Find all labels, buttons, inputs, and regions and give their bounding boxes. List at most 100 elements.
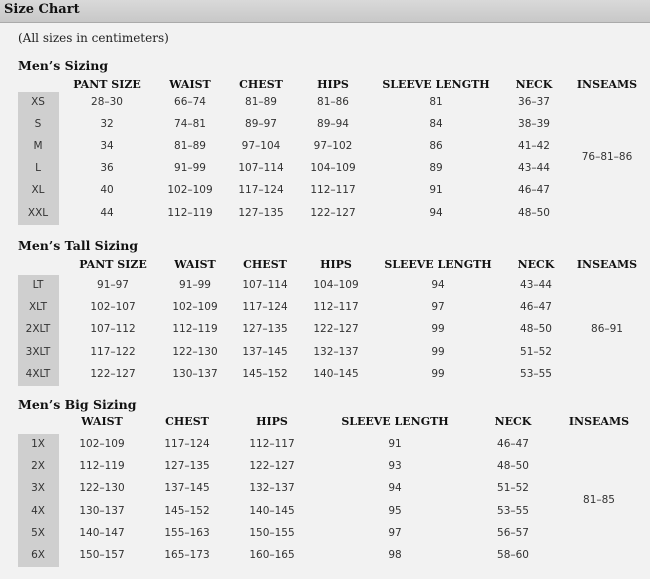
- table-cell: 91–97: [97, 279, 129, 291]
- size-label: S: [34, 118, 42, 131]
- inseam-value: 86–91: [591, 323, 623, 336]
- size-label: 4X: [31, 504, 45, 517]
- table-cell: 43–44: [520, 279, 552, 291]
- table-cell: 127–135: [238, 206, 284, 219]
- table-cell: 122–127: [313, 323, 359, 336]
- table-cell: 99: [431, 345, 445, 358]
- size-label: 2XLT: [25, 323, 51, 336]
- size-label: 6X: [31, 549, 45, 561]
- table-cell: 99: [431, 323, 445, 336]
- column-header: HIPS: [317, 78, 349, 91]
- column-header: CHEST: [165, 415, 209, 428]
- table-cell: 98: [388, 549, 402, 561]
- table-cell: 132–137: [249, 482, 295, 495]
- column-header: WAIST: [81, 415, 123, 428]
- page-title: Size Chart: [4, 2, 80, 17]
- column-header: NECK: [515, 78, 553, 91]
- table-cell: 160–165: [249, 549, 295, 561]
- table-cell: 165–173: [164, 549, 210, 561]
- column-header: SLEEVE LENGTH: [384, 258, 492, 271]
- table-cell: 84: [429, 118, 443, 131]
- column-header: CHEST: [243, 258, 287, 271]
- size-label: 4XLT: [25, 367, 51, 380]
- size-label: 5X: [31, 526, 45, 539]
- table-cell: 81: [429, 96, 443, 108]
- column-header: SLEEVE LENGTH: [382, 78, 490, 91]
- table-cell: 38–39: [518, 118, 550, 131]
- size-label: XL: [31, 184, 45, 197]
- table-cell: 112–119: [172, 323, 218, 336]
- table-cell: 155–163: [164, 526, 210, 539]
- size-label-column: [18, 434, 59, 568]
- table-cell: 44: [100, 206, 114, 219]
- table-cell: 107–114: [242, 279, 288, 291]
- table-cell: 137–145: [242, 345, 288, 358]
- table-cell: 107–112: [90, 323, 136, 336]
- table-cell: 32: [100, 118, 114, 131]
- column-header: HIPS: [320, 258, 352, 271]
- table-cell: 48–50: [497, 460, 529, 473]
- table-cell: 145–152: [242, 367, 288, 380]
- table-cell: 66–74: [174, 96, 206, 108]
- table-cell: 53–55: [497, 504, 529, 517]
- column-header: NECK: [517, 258, 555, 271]
- table-cell: 102–109: [79, 438, 125, 450]
- table-cell: 117–124: [242, 301, 288, 314]
- table-cell: 122–127: [90, 367, 136, 380]
- size-label: XXL: [27, 206, 49, 219]
- table-cell: 91: [388, 438, 402, 450]
- table-cell: 91: [429, 184, 443, 197]
- column-header: SLEEVE LENGTH: [341, 415, 449, 428]
- table-cell: 43–44: [518, 162, 550, 175]
- column-header: PANT SIZE: [79, 258, 147, 271]
- table-cell: 112–117: [310, 184, 356, 197]
- table-cell: 58–60: [497, 549, 529, 561]
- table-cell: 137–145: [164, 482, 210, 495]
- table-cell: 48–50: [520, 323, 552, 336]
- table-cell: 94: [429, 206, 443, 219]
- table-cell: 51–52: [497, 482, 529, 495]
- column-header: CHEST: [239, 78, 283, 91]
- inseam-value: 76–81–86: [581, 151, 633, 164]
- table-cell: 107–114: [238, 162, 284, 175]
- table-cell: 97: [431, 301, 445, 314]
- table-cell: 89–94: [317, 118, 349, 131]
- table-cell: 91–99: [174, 162, 206, 175]
- table-cell: 122–130: [172, 345, 218, 358]
- table-cell: 150–157: [79, 549, 125, 561]
- table-cell: 99: [431, 367, 445, 380]
- table-cell: 46–47: [518, 184, 550, 197]
- size-label: 3X: [31, 482, 45, 495]
- table-cell: 40: [100, 184, 114, 197]
- table-cell: 122–127: [310, 206, 356, 219]
- size-chart-header-bar: Size Chart: [0, 0, 650, 23]
- table-cell: 132–137: [313, 345, 359, 358]
- size-label: XLT: [28, 301, 48, 314]
- table-cell: 81–89: [174, 140, 206, 153]
- table-cell: 145–152: [164, 504, 210, 517]
- table-cell: 122–130: [79, 482, 125, 495]
- table-cell: 53–55: [520, 367, 552, 380]
- table-cell: 130–137: [79, 504, 125, 517]
- table-cell: 112–119: [79, 460, 125, 473]
- size-label: M: [33, 140, 43, 153]
- table-cell: 102–109: [167, 184, 213, 197]
- table-cell: 74–81: [174, 118, 206, 131]
- column-header: INSEAMS: [568, 415, 630, 428]
- table-cell: 94: [431, 279, 445, 291]
- table-cell: 48–50: [518, 206, 550, 219]
- table-cell: 117–122: [90, 345, 136, 358]
- table-cell: 150–155: [249, 526, 295, 539]
- column-header: WAIST: [169, 78, 211, 91]
- table-cell: 127–135: [242, 323, 288, 336]
- table-cell: 102–107: [90, 301, 136, 314]
- size-label: L: [35, 162, 41, 175]
- table-cell: 93: [388, 460, 402, 473]
- table-cell: 130–137: [172, 367, 218, 380]
- table-cell: 81–86: [317, 96, 349, 108]
- table-cell: 34: [100, 140, 114, 153]
- table-cell: 140–145: [249, 504, 295, 517]
- table-cell: 86: [429, 140, 443, 153]
- column-header: HIPS: [256, 415, 288, 428]
- table-cell: 91–99: [179, 279, 211, 291]
